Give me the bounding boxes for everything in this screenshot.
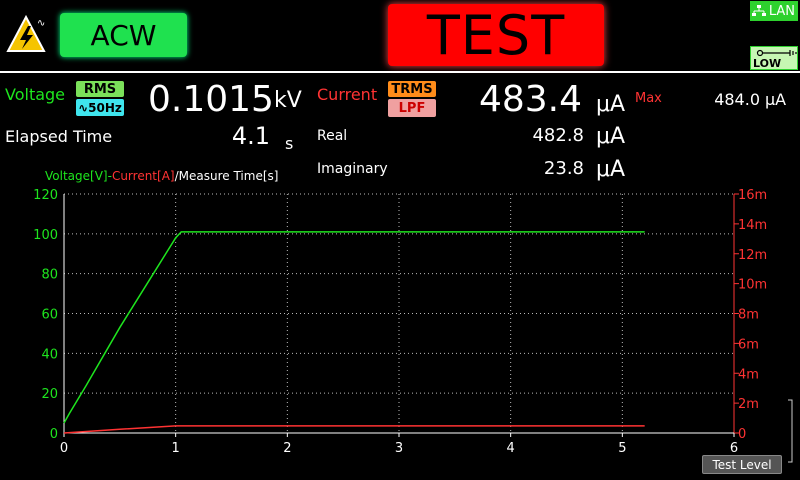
network-icon bbox=[752, 5, 766, 16]
lan-status-badge: LAN bbox=[750, 1, 798, 21]
elapsed-time-label: Elapsed Time bbox=[5, 127, 113, 146]
y-right-tick-label: 14m bbox=[738, 218, 767, 233]
x-tick-label: 2 bbox=[283, 441, 291, 455]
x-tick-label: 3 bbox=[395, 441, 403, 455]
legend-time: Measure Time[s] bbox=[178, 169, 279, 183]
mode-indicator: ACW bbox=[60, 13, 187, 57]
y-right-tick-label: 4m bbox=[738, 367, 759, 382]
y-left-tick-label: 80 bbox=[41, 268, 58, 283]
max-current-value: 484.0 bbox=[714, 90, 760, 109]
test-level-button[interactable]: Test Level bbox=[702, 455, 782, 474]
legend-current: Current[A] bbox=[111, 169, 175, 183]
current-series-line bbox=[63, 425, 645, 434]
x-tick-label: 4 bbox=[507, 441, 515, 455]
y-right-tick-label: 8m bbox=[738, 308, 759, 323]
x-tick-label: 0 bbox=[60, 441, 68, 455]
imaginary-label: Imaginary bbox=[317, 161, 388, 177]
measurement-chart: 0 1 2 3 4 5 602040608010012002m4m6m8m10m12m14m… bbox=[33, 188, 767, 455]
max-label: Max bbox=[635, 91, 662, 106]
voltage-label: Voltage bbox=[5, 85, 66, 104]
real-unit: μA bbox=[596, 124, 626, 149]
svg-text:∿: ∿ bbox=[37, 18, 45, 29]
lpf-tag: LPF bbox=[388, 99, 436, 117]
y-right-tick-label: 16m bbox=[738, 188, 767, 203]
y-right-tick-label: 10m bbox=[738, 278, 767, 293]
real-value: 482.8 bbox=[532, 125, 584, 146]
x-tick-label: 1 bbox=[172, 441, 180, 455]
x-tick-label: 6 bbox=[730, 441, 738, 455]
y-right-tick-label: 12m bbox=[738, 248, 767, 263]
imaginary-unit: μA bbox=[596, 157, 626, 182]
y-left-tick-label: 120 bbox=[33, 188, 58, 203]
x-tick-label: 5 bbox=[618, 441, 626, 455]
legend-voltage: Voltage[V] bbox=[45, 169, 108, 183]
elapsed-time-value: 4.1 bbox=[231, 122, 270, 150]
y-left-tick-label: 60 bbox=[41, 308, 58, 323]
trms-tag: TRMS bbox=[388, 81, 436, 97]
current-unit: μA bbox=[596, 92, 626, 117]
test-level-bracket bbox=[788, 399, 793, 463]
chart-legend: Voltage[V]-Current[A]/Measure Time[s] bbox=[45, 169, 278, 183]
current-label: Current bbox=[317, 85, 378, 104]
y-right-tick-label: 0 bbox=[738, 427, 746, 442]
header-divider bbox=[0, 71, 800, 73]
rms-tag: RMS bbox=[76, 81, 124, 97]
high-voltage-warning-icon: ∿ bbox=[6, 14, 46, 52]
low-terminal-badge: LOW bbox=[750, 46, 798, 70]
test-status-indicator: TEST bbox=[388, 4, 604, 67]
y-left-tick-label: 100 bbox=[33, 228, 58, 243]
voltage-series-line bbox=[63, 231, 645, 424]
elapsed-time-unit: s bbox=[285, 134, 294, 153]
voltage-unit: kV bbox=[274, 88, 302, 113]
y-right-tick-label: 6m bbox=[738, 337, 759, 352]
y-right-tick-label: 2m bbox=[738, 397, 759, 412]
low-label: LOW bbox=[753, 57, 782, 70]
y-left-tick-label: 20 bbox=[41, 387, 58, 402]
y-left-tick-label: 0 bbox=[50, 427, 58, 442]
real-label: Real bbox=[317, 128, 348, 144]
current-value: 483.4 bbox=[478, 79, 582, 120]
imaginary-value: 23.8 bbox=[543, 158, 584, 179]
frequency-filter-tag: ∿50Hz bbox=[76, 99, 124, 116]
max-current-unit: μA bbox=[765, 90, 787, 109]
lan-label: LAN bbox=[768, 3, 795, 19]
y-left-tick-label: 40 bbox=[41, 347, 58, 362]
voltage-value: 0.1015 bbox=[148, 79, 274, 120]
